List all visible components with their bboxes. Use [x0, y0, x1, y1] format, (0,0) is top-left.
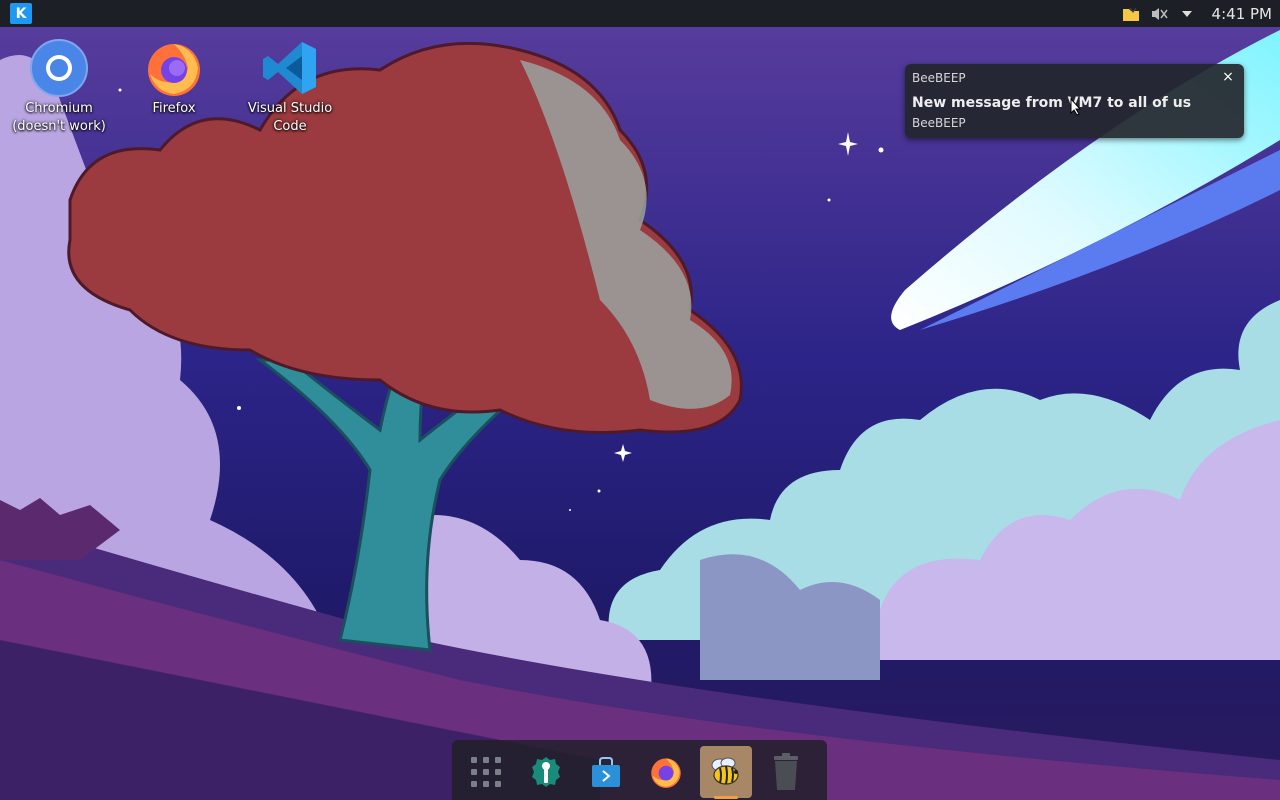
notification-body: BeeBEEP — [912, 116, 966, 130]
volume-muted-icon[interactable] — [1148, 3, 1170, 25]
close-icon[interactable]: × — [1220, 69, 1236, 85]
trash-icon — [774, 753, 798, 790]
desktop-icon-chromium[interactable]: Chromium (doesn't work) — [4, 38, 114, 136]
desktop-icon-label: Visual Studio Code — [247, 101, 333, 134]
chromium-icon — [29, 38, 89, 98]
firefox-icon — [651, 758, 681, 788]
system-tray: 4:41 PM — [1120, 0, 1280, 27]
dock-item-beebeep[interactable] — [700, 746, 752, 799]
top-panel: K 4:41 PM — [0, 0, 1280, 27]
desktop-icon-label: Chromium (doesn't work) — [12, 101, 106, 134]
desktop-icon-vscode[interactable]: Visual Studio Code — [235, 38, 345, 136]
dock-item-trash[interactable] — [760, 746, 812, 798]
expand-tray-arrow-icon[interactable] — [1176, 3, 1198, 25]
settings-wrench-icon — [532, 757, 560, 787]
clock[interactable]: 4:41 PM — [1212, 5, 1272, 23]
store-bag-icon — [592, 757, 620, 787]
active-window-indicator — [714, 796, 738, 799]
app-grid-icon — [471, 757, 501, 787]
dock-item-settings[interactable] — [520, 746, 572, 798]
notification-title: New message from VM7 to all of us — [912, 95, 1192, 111]
mouse-cursor-icon — [1070, 98, 1082, 116]
task-manager-dock — [452, 740, 827, 800]
desktop-icon-firefox[interactable]: Firefox — [119, 38, 229, 118]
beebeep-bee-icon — [711, 757, 739, 785]
notification-app-name: BeeBEEP — [912, 71, 966, 85]
firefox-icon — [144, 38, 204, 98]
folder-icon[interactable] — [1120, 3, 1142, 25]
dock-item-discover-store[interactable] — [580, 746, 632, 798]
dock-item-app-grid[interactable] — [460, 746, 512, 798]
kde-icon[interactable]: K — [10, 3, 32, 24]
vscode-icon — [260, 38, 320, 98]
dock-item-firefox[interactable] — [640, 746, 692, 798]
desktop-icon-label: Firefox — [152, 101, 196, 116]
